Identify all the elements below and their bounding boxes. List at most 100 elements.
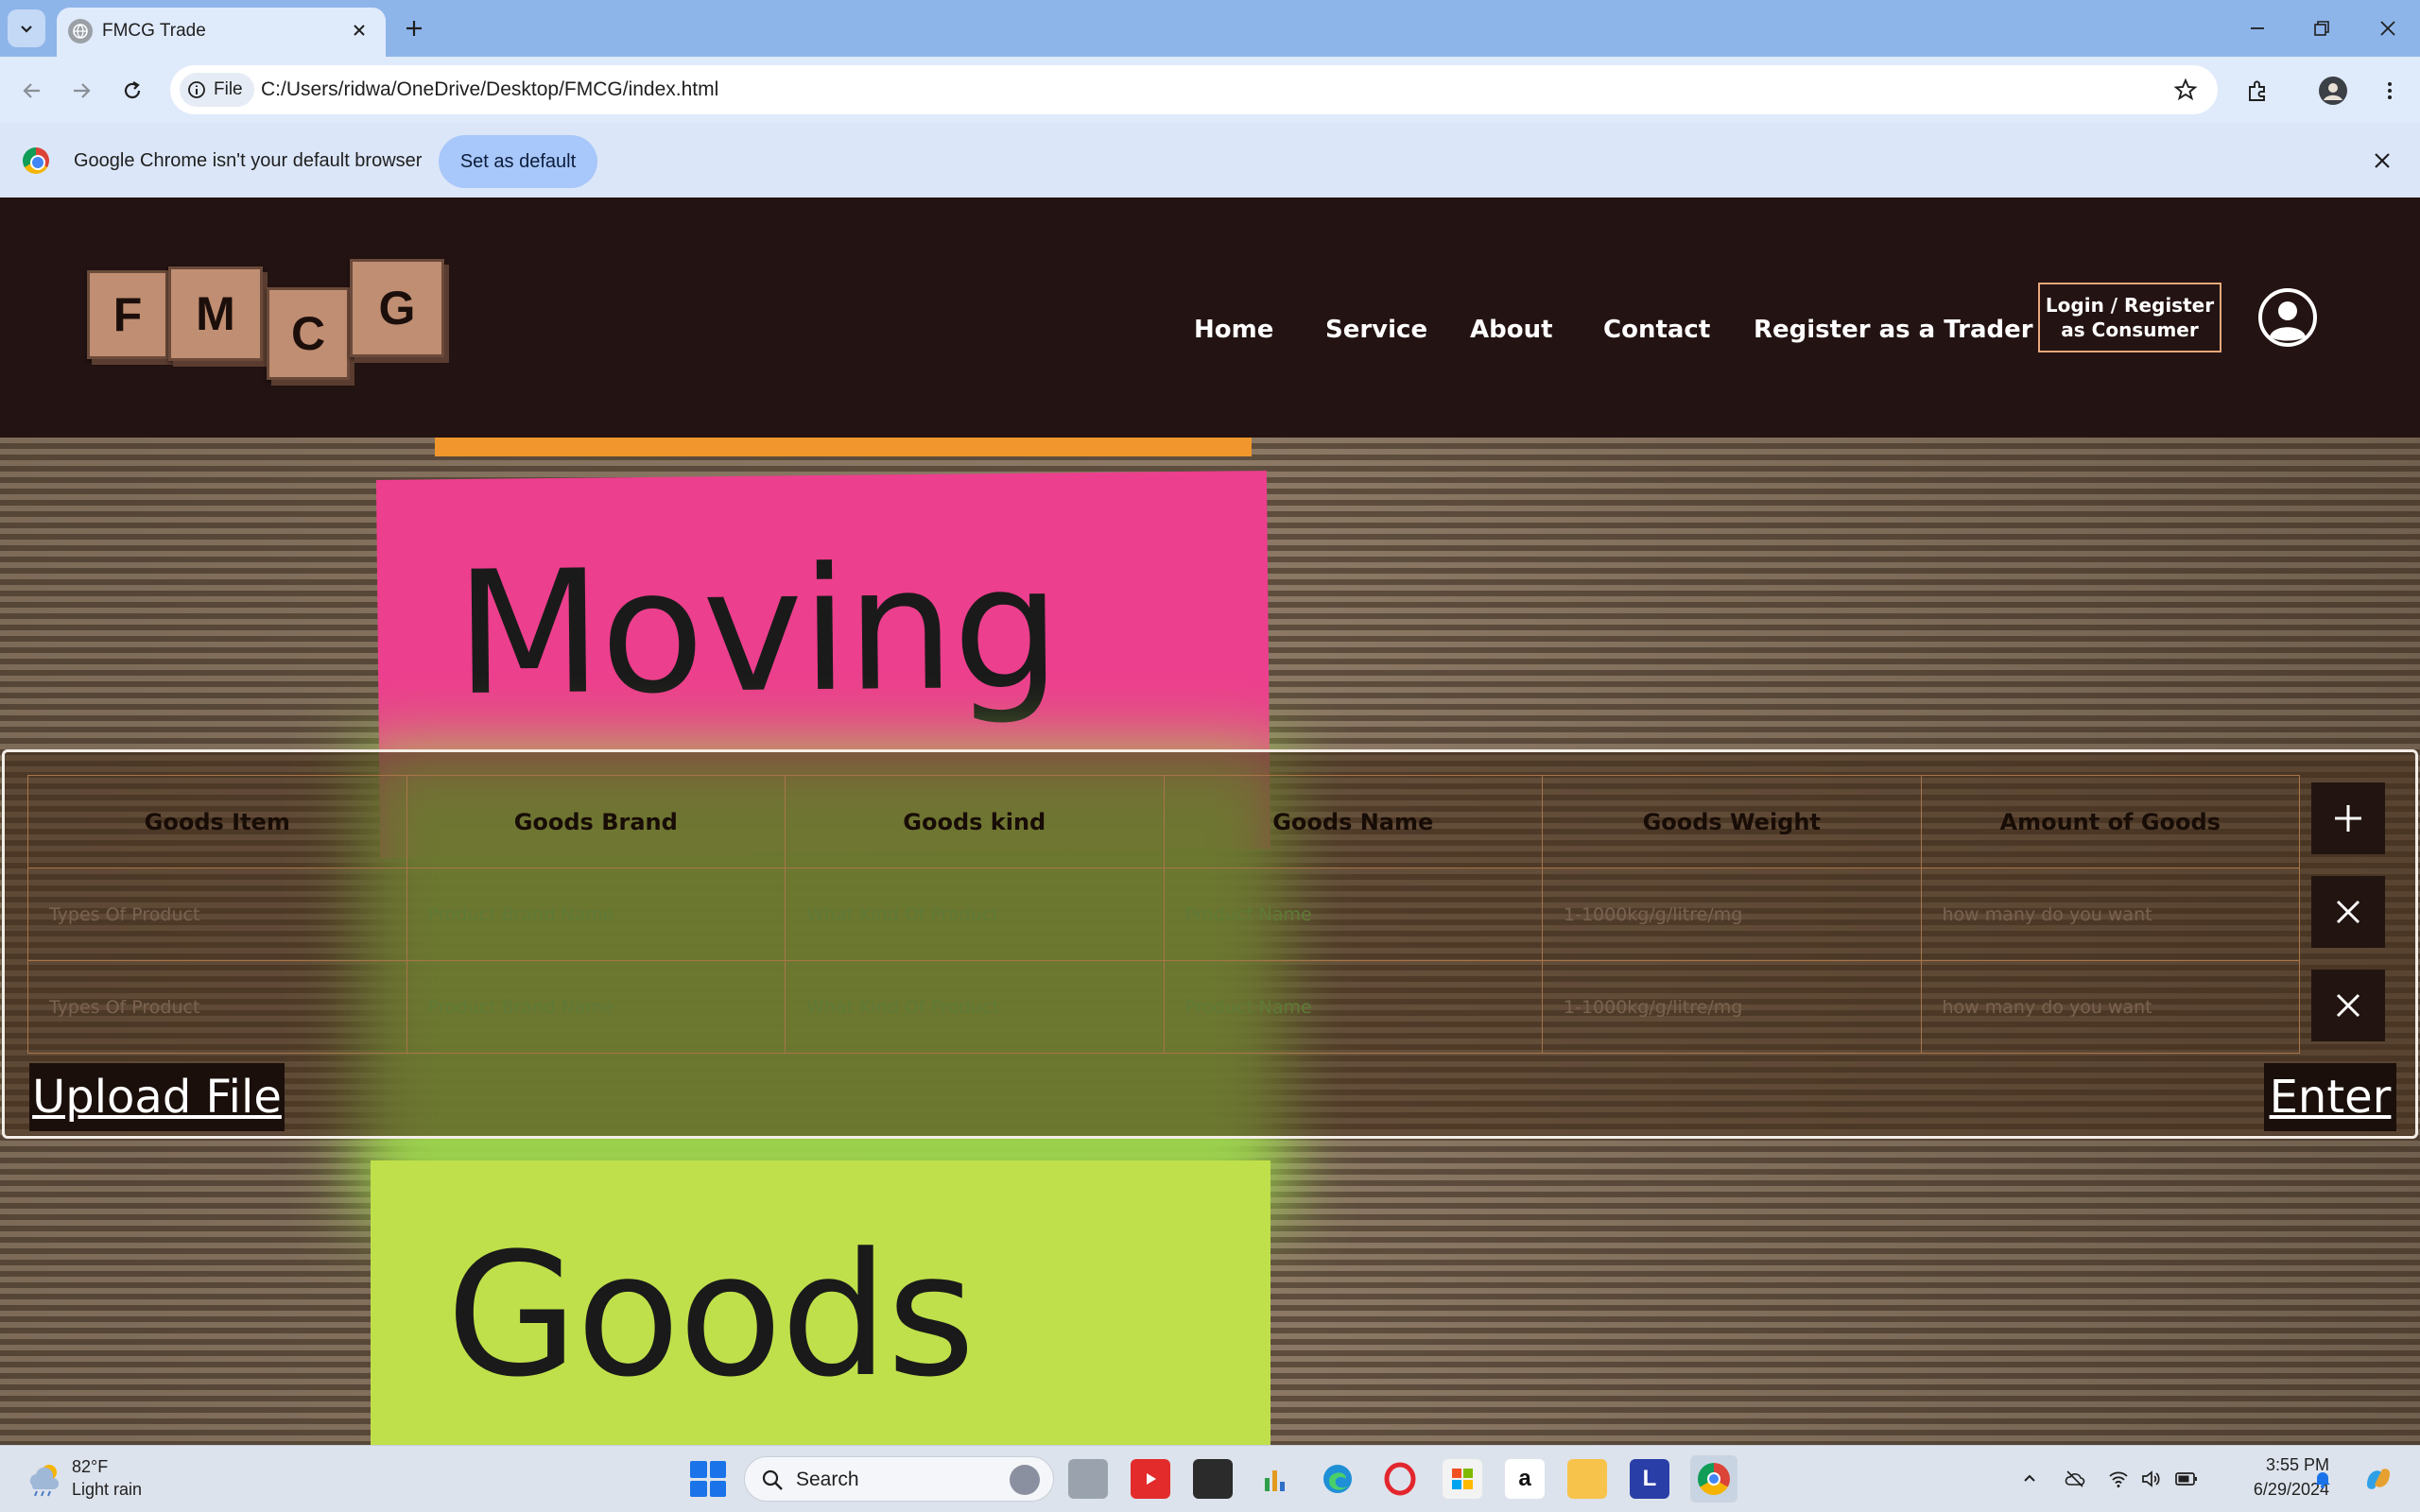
windows-taskbar: 82°F Light rain Search a L 3:55 PM 6/29/…: [0, 1445, 2420, 1512]
goods-weight-input[interactable]: 1-1000kg/g/litre/mg: [1542, 868, 1922, 961]
battery-icon[interactable]: [2174, 1467, 2199, 1491]
address-bar[interactable]: File C:/Users/ridwa/OneDrive/Desktop/FMC…: [170, 65, 2218, 114]
set-default-button[interactable]: Set as default: [439, 135, 597, 188]
goods-name-input[interactable]: Product Name: [1163, 868, 1543, 961]
edge-icon[interactable]: [1318, 1459, 1357, 1499]
logo-tile-f: F: [87, 270, 168, 359]
remove-row-button[interactable]: [2311, 876, 2385, 948]
table-header-row: Goods Item Goods Brand Goods kind Goods …: [27, 775, 2300, 868]
plus-icon: [2335, 805, 2361, 832]
file-explorer-icon[interactable]: [1567, 1459, 1607, 1499]
forward-button[interactable]: [62, 72, 100, 110]
profile-avatar[interactable]: [2314, 72, 2352, 110]
weather-temperature: 82°F: [72, 1457, 109, 1476]
close-icon: [2380, 21, 2395, 36]
amazon-icon[interactable]: a: [1505, 1459, 1545, 1499]
chevron-down-icon: [21, 26, 32, 33]
default-browser-infobar: Google Chrome isn't your default browser…: [0, 123, 2420, 198]
search-highlight-icon: [1010, 1465, 1040, 1495]
more-vertical-icon: [2388, 82, 2392, 99]
close-icon: [2336, 993, 2360, 1018]
add-row-button[interactable]: [2311, 782, 2385, 854]
bookmark-star-icon[interactable]: [2170, 75, 2201, 105]
minimize-icon: [2251, 27, 2264, 29]
profile-icon: [2319, 77, 2347, 105]
logo-tile-g: G: [350, 259, 444, 357]
fmcg-logo[interactable]: F M C G: [81, 259, 452, 387]
header-amount-of-goods: Amount of Goods: [1920, 775, 2300, 868]
header-goods-weight: Goods Weight: [1542, 775, 1922, 868]
close-window-button[interactable]: [2367, 8, 2409, 49]
user-account-icon[interactable]: [2257, 287, 2318, 348]
close-tab-icon[interactable]: [346, 17, 372, 43]
extensions-button[interactable]: [2238, 72, 2276, 110]
tab-title: FMCG Trade: [102, 21, 206, 41]
header-goods-brand: Goods Brand: [406, 775, 786, 868]
browser-toolbar: File C:/Users/ridwa/OneDrive/Desktop/FMC…: [0, 57, 2420, 123]
notification-bell-icon[interactable]: [2310, 1467, 2335, 1491]
microsoft-store-icon[interactable]: [1443, 1459, 1482, 1499]
goods-amount-input[interactable]: how many do you want: [1920, 868, 2300, 961]
goods-kind-input[interactable]: What Kind Of Product: [785, 868, 1165, 961]
windows-start-icon[interactable]: [690, 1461, 726, 1497]
back-button[interactable]: [13, 72, 51, 110]
goods-kind-input[interactable]: What Kind Of Product: [785, 960, 1165, 1054]
nav-contact[interactable]: Contact: [1603, 315, 1710, 345]
infobar-close-icon[interactable]: [2365, 144, 2399, 178]
goods-item-input[interactable]: Types Of Product: [27, 868, 407, 961]
reload-button[interactable]: [113, 72, 151, 110]
chrome-taskbar-icon[interactable]: [1690, 1455, 1737, 1503]
youtube-icon[interactable]: [1131, 1459, 1170, 1499]
restore-icon: [2314, 21, 2329, 36]
task-view-icon[interactable]: [1068, 1459, 1108, 1499]
nav-about[interactable]: About: [1470, 315, 1553, 345]
reload-icon: [124, 81, 141, 99]
hero-word-goods: Goods: [446, 1217, 976, 1415]
browser-tabstrip: FMCG Trade: [0, 0, 2420, 57]
browser-tab[interactable]: FMCG Trade: [57, 8, 386, 57]
goods-amount-input[interactable]: how many do you want: [1920, 960, 2300, 1054]
nav-home[interactable]: Home: [1194, 315, 1273, 345]
goods-brand-input[interactable]: Product Brand Name: [406, 960, 786, 1054]
chrome-logo-icon: [23, 147, 49, 174]
nav-service[interactable]: Service: [1325, 315, 1427, 345]
chart-app-icon[interactable]: [1255, 1459, 1295, 1499]
weather-description: Light rain: [72, 1480, 143, 1499]
chrome-menu-button[interactable]: [2371, 72, 2409, 110]
header-goods-item: Goods Item: [27, 775, 407, 868]
header-goods-name: Goods Name: [1163, 775, 1543, 868]
search-icon: [762, 1469, 783, 1490]
url-text[interactable]: C:/Users/ridwa/OneDrive/Desktop/FMCG/ind…: [261, 77, 718, 103]
minimize-button[interactable]: [2237, 8, 2278, 49]
volume-icon[interactable]: [2138, 1467, 2163, 1491]
tab-search-button[interactable]: [8, 9, 45, 47]
site-info-chip[interactable]: File: [180, 73, 254, 107]
wifi-icon[interactable]: [2106, 1467, 2131, 1491]
goods-item-input[interactable]: Types Of Product: [27, 960, 407, 1054]
weather-rain-icon[interactable]: [25, 1461, 64, 1497]
chevron-up-icon[interactable]: [2017, 1467, 2042, 1491]
table-row: Types Of Product Product Brand Name What…: [27, 960, 2300, 1054]
remove-row-button[interactable]: [2311, 970, 2385, 1041]
goods-name-input[interactable]: Product Name: [1163, 960, 1543, 1054]
goods-weight-input[interactable]: 1-1000kg/g/litre/mg: [1542, 960, 1922, 1054]
enter-button[interactable]: Enter: [2264, 1063, 2396, 1131]
opera-icon[interactable]: [1380, 1459, 1420, 1499]
header-goods-kind: Goods kind: [785, 775, 1165, 868]
nav-register-trader[interactable]: Register as a Trader: [1754, 315, 2033, 345]
table-row: Types Of Product Product Brand Name What…: [27, 868, 2300, 961]
app-icon[interactable]: [1193, 1459, 1233, 1499]
infobar-message: Google Chrome isn't your default browser: [74, 150, 423, 171]
l-app-icon[interactable]: L: [1630, 1459, 1669, 1499]
logo-tile-m: M: [168, 266, 263, 361]
upload-file-button[interactable]: Upload File: [29, 1063, 285, 1131]
login-register-consumer-button[interactable]: Login / Register as Consumer: [2038, 283, 2221, 352]
globe-icon: [68, 19, 93, 43]
goods-brand-input[interactable]: Product Brand Name: [406, 868, 786, 961]
copilot-icon[interactable]: [2360, 1460, 2397, 1498]
new-tab-button[interactable]: [397, 11, 431, 45]
taskbar-search[interactable]: Search: [744, 1456, 1054, 1502]
arrow-left-icon: [23, 83, 40, 98]
restore-button[interactable]: [2301, 8, 2342, 49]
cloud-off-icon[interactable]: [2063, 1467, 2087, 1491]
